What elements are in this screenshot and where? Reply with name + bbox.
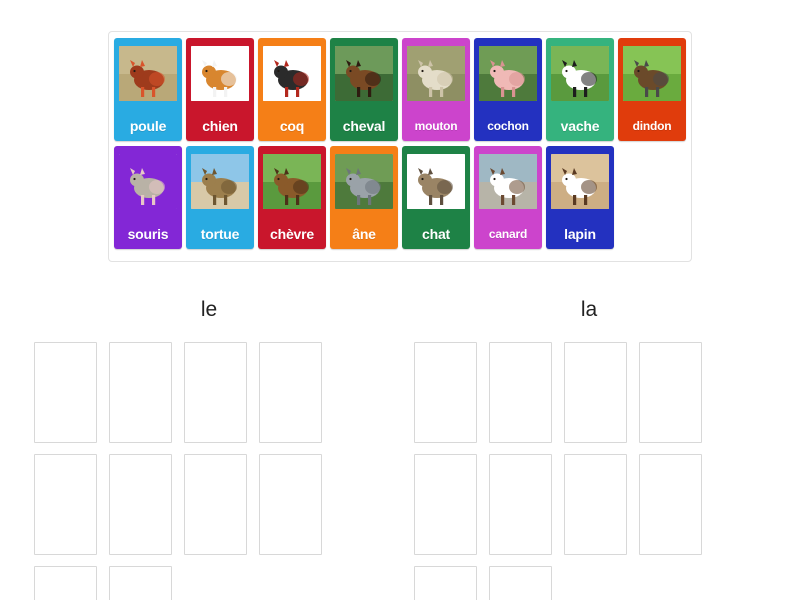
- dropzone-la-7[interactable]: [564, 454, 627, 555]
- word-tile-souris[interactable]: souris: [114, 146, 182, 249]
- word-tile-label: canard: [488, 227, 528, 241]
- goat-photo: [263, 154, 321, 209]
- dropzone-area: [0, 342, 800, 600]
- mouse-photo: [119, 154, 177, 209]
- word-bank-panel: poule chien coq cheval mouton cochon vache dind…: [108, 31, 692, 262]
- word-tile-cheval[interactable]: cheval: [330, 38, 398, 141]
- dropzone-la-1[interactable]: [414, 342, 477, 443]
- dropzone-le-1[interactable]: [34, 342, 97, 443]
- tortoise-photo: [191, 154, 249, 209]
- dropzone-le-3[interactable]: [184, 342, 247, 443]
- dropzone-la-2[interactable]: [489, 342, 552, 443]
- dropzone-le-4[interactable]: [259, 342, 322, 443]
- word-tile-label: poule: [129, 118, 167, 134]
- dropzone-le-6[interactable]: [109, 454, 172, 555]
- word-tile-lapin[interactable]: lapin: [546, 146, 614, 249]
- dropzone-le-8[interactable]: [259, 454, 322, 555]
- word-tile-poule[interactable]: poule: [114, 38, 182, 141]
- word-tile-label: chat: [422, 226, 450, 242]
- word-bank-row: poule chien coq cheval mouton cochon vache dind…: [114, 38, 686, 141]
- word-tile-label: âne: [352, 226, 376, 242]
- word-tile-label: dindon: [632, 119, 672, 133]
- word-bank-row: souris tortue chèvre âne chat canard lapin: [114, 146, 686, 249]
- dropzone-la-6[interactable]: [489, 454, 552, 555]
- cow-photo: [551, 46, 609, 101]
- dog-photo: [191, 46, 249, 101]
- rabbit-photo: [551, 154, 609, 209]
- word-tile-label: tortue: [200, 226, 240, 242]
- word-tile-canard[interactable]: canard: [474, 146, 542, 249]
- word-tile-label: chèvre: [270, 226, 314, 242]
- rooster-photo: [263, 46, 321, 101]
- word-tile-coq[interactable]: coq: [258, 38, 326, 141]
- dropzone-la-5[interactable]: [414, 454, 477, 555]
- dropzone-le-2[interactable]: [109, 342, 172, 443]
- dropzone-group-le: [34, 342, 384, 600]
- dropzone-group-la: [414, 342, 764, 600]
- word-tile-tortue[interactable]: tortue: [186, 146, 254, 249]
- word-tile-cochon[interactable]: cochon: [474, 38, 542, 141]
- pig-photo: [479, 46, 537, 101]
- category-header-le: le: [200, 298, 218, 321]
- dropzone-la-10[interactable]: [489, 566, 552, 600]
- cat-photo: [407, 154, 465, 209]
- word-tile-label: coq: [279, 118, 305, 134]
- category-header-la: la: [580, 298, 598, 321]
- horse-photo: [335, 46, 393, 101]
- turkey-photo: [623, 46, 681, 101]
- dropzone-le-9[interactable]: [34, 566, 97, 600]
- duck-photo: [479, 154, 537, 209]
- word-tile-label: vache: [560, 118, 600, 134]
- dropzone-le-10[interactable]: [109, 566, 172, 600]
- word-tile-vache[interactable]: vache: [546, 38, 614, 141]
- word-tile-label: souris: [127, 226, 169, 242]
- word-tile-chat[interactable]: chat: [402, 146, 470, 249]
- word-tile-label: cochon: [487, 119, 529, 133]
- donkey-photo: [335, 154, 393, 209]
- dropzone-le-5[interactable]: [34, 454, 97, 555]
- sheep-photo: [407, 46, 465, 101]
- word-tile-mouton[interactable]: mouton: [402, 38, 470, 141]
- word-tile-chevre[interactable]: chèvre: [258, 146, 326, 249]
- dropzone-la-8[interactable]: [639, 454, 702, 555]
- word-tile-label: lapin: [564, 226, 596, 242]
- word-tile-chien[interactable]: chien: [186, 38, 254, 141]
- word-tile-label: mouton: [414, 119, 458, 133]
- word-tile-dindon[interactable]: dindon: [618, 38, 686, 141]
- dropzone-la-9[interactable]: [414, 566, 477, 600]
- word-tile-label: cheval: [342, 118, 386, 134]
- dropzone-la-3[interactable]: [564, 342, 627, 443]
- activity-root: poule chien coq cheval mouton cochon vache dind…: [0, 0, 800, 600]
- hen-photo: [119, 46, 177, 101]
- word-tile-ane[interactable]: âne: [330, 146, 398, 249]
- dropzone-la-4[interactable]: [639, 342, 702, 443]
- word-tile-label: chien: [202, 118, 238, 134]
- dropzone-le-7[interactable]: [184, 454, 247, 555]
